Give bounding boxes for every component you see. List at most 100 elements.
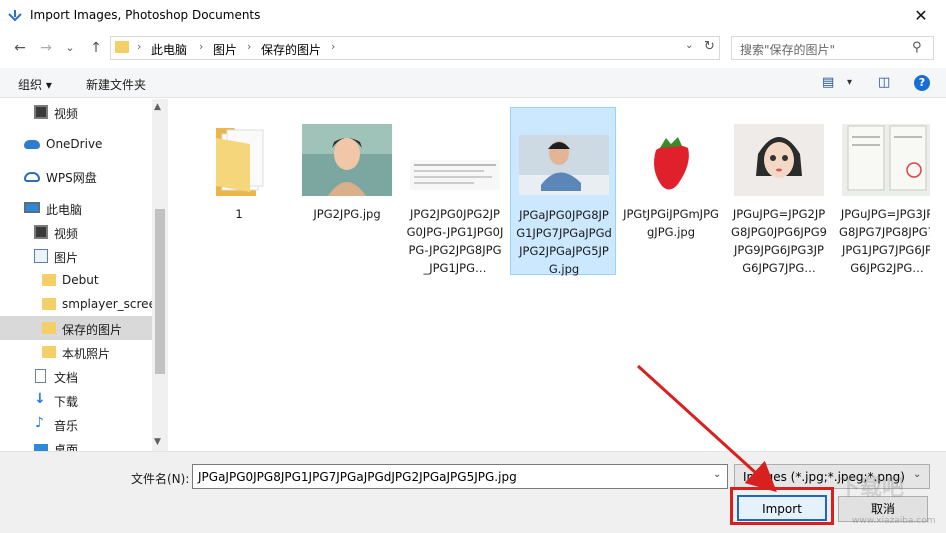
watermark-url: www.xiazaiba.com xyxy=(852,516,936,526)
strawberry-thumbnail xyxy=(626,124,716,196)
sidebar-item-music[interactable]: ♪ 音乐 xyxy=(0,412,152,436)
sidebar-item-videos-pc[interactable]: 视频 xyxy=(0,220,152,244)
breadcrumb-separator: › xyxy=(331,40,336,53)
up-icon[interactable]: ↑ xyxy=(86,38,106,58)
folder-icon xyxy=(115,41,129,53)
computer-icon xyxy=(24,202,40,213)
file-item-folder[interactable]: 1 xyxy=(186,107,292,275)
certificate-thumbnail xyxy=(842,124,932,196)
file-item-image-selected[interactable]: JPGaJPG0JPG8JPG1JPG7JPGaJPGdJPG2JPGaJPG5… xyxy=(510,107,616,276)
content-scrollbar[interactable] xyxy=(930,99,946,451)
chevron-down-icon[interactable]: ⌄ xyxy=(913,469,921,480)
sidebar-item-label: 图片 xyxy=(54,251,79,265)
watermark-logo: 下载吧 xyxy=(838,476,905,501)
folder-icon xyxy=(42,346,56,358)
search-placeholder: 搜索"保存的图片" xyxy=(740,43,836,57)
file-item-image[interactable]: JPGuJPG=JPG2JPG8JPG0JPG6JPG9JPG9JPG6JPG3… xyxy=(726,107,832,275)
breadcrumb-saved-pictures[interactable]: 保存的图片 xyxy=(261,41,321,58)
desktop-icon xyxy=(34,444,48,451)
scroll-down-icon[interactable]: ▼ xyxy=(154,437,161,447)
wps-cloud-icon xyxy=(24,172,40,182)
search-icon[interactable]: ⚲ xyxy=(912,40,922,55)
view-icon[interactable]: ▤ xyxy=(822,75,834,90)
sidebar-item-debut[interactable]: Debut xyxy=(0,268,152,292)
back-icon[interactable]: ← xyxy=(10,38,30,58)
sidebar-item-label: 桌面 xyxy=(54,443,79,451)
highlight-box xyxy=(730,487,834,525)
close-button[interactable]: ✕ xyxy=(908,3,934,29)
file-item-image[interactable]: JPGtJPGiJPGmJPGgJPG.jpg xyxy=(618,107,724,275)
refresh-icon[interactable]: ↻ xyxy=(704,39,715,54)
sidebar-item-local-photos[interactable]: 本机照片 xyxy=(0,340,152,364)
breadcrumb-this-pc[interactable]: 此电脑 xyxy=(151,41,187,58)
sidebar-item-pictures[interactable]: 图片 xyxy=(0,244,152,268)
sidebar-item-label: Debut xyxy=(62,273,99,287)
sidebar-item-label: WPS网盘 xyxy=(46,171,97,185)
sidebar-item-label: OneDrive xyxy=(46,137,103,151)
breadcrumb-separator: › xyxy=(247,40,252,53)
cartoon-girl-thumbnail xyxy=(734,124,824,196)
chevron-down-icon[interactable]: ⌄ xyxy=(713,469,721,480)
pictures-icon xyxy=(34,249,48,263)
breadcrumb-separator: › xyxy=(137,40,142,53)
title-bar: Import Images, Photoshop Documents ✕ xyxy=(0,0,946,32)
sidebar-item-onedrive[interactable]: OneDrive xyxy=(0,132,152,156)
download-icon: ↓ xyxy=(34,391,46,407)
sidebar-item-label: smplayer_scree xyxy=(62,297,156,311)
music-icon: ♪ xyxy=(35,415,44,431)
sidebar-item-label: 音乐 xyxy=(54,419,79,433)
sidebar-item-label: 视频 xyxy=(54,107,79,121)
view-dropdown-icon[interactable]: ▾ xyxy=(847,77,852,88)
folder-icon xyxy=(42,274,56,286)
boy-photo-thumbnail xyxy=(519,135,609,195)
filename-value: JPGaJPG0JPG8JPG1JPG7JPGaJPGdJPG2JPGaJPG5… xyxy=(198,470,517,484)
scroll-up-icon[interactable]: ▲ xyxy=(154,102,161,112)
sidebar-item-label: 下载 xyxy=(54,395,79,409)
folder-icon xyxy=(216,128,264,196)
sidebar-item-label: 本机照片 xyxy=(62,347,111,361)
recent-locations-icon[interactable]: ⌄ xyxy=(60,38,80,58)
scrollbar-thumb[interactable] xyxy=(155,209,165,374)
sidebar-item-wps[interactable]: WPS网盘 xyxy=(0,164,152,188)
cloud-icon xyxy=(24,140,40,149)
command-toolbar: 组织 ▾ 新建文件夹 ▤ ▾ ◫ ? xyxy=(0,68,946,98)
sidebar-item-downloads[interactable]: ↓ 下载 xyxy=(0,388,152,412)
filename-input[interactable]: JPGaJPG0JPG8JPG1JPG7JPGaJPGdJPG2JPGaJPG5… xyxy=(192,464,728,489)
help-icon[interactable]: ? xyxy=(914,75,930,91)
address-dropdown-icon[interactable]: ⌄ xyxy=(685,40,693,51)
file-name: JPGuJPG=JPG2JPG8JPG0JPG6JPG9JPG9JPG6JPG3… xyxy=(731,207,827,275)
window-title: Import Images, Photoshop Documents xyxy=(30,8,261,22)
file-item-image[interactable]: JPG2JPG.jpg xyxy=(294,107,400,275)
sidebar-item-documents[interactable]: 文档 xyxy=(0,364,152,388)
forward-icon[interactable]: → xyxy=(36,38,56,58)
file-name: JPGuJPG=JPG3JPG8JPG7JPG8JPG7JPG1JPG7JPG6… xyxy=(839,207,935,275)
sidebar-item-saved-pictures[interactable]: 保存的图片 xyxy=(0,316,152,340)
sidebar-item-this-pc[interactable]: 此电脑 xyxy=(0,196,152,220)
navigation-bar: ← → ⌄ ↑ › 此电脑 › 图片 › 保存的图片 › ⌄ ↻ 搜索"保存的图… xyxy=(0,32,946,64)
breadcrumb-pictures[interactable]: 图片 xyxy=(213,41,237,58)
file-name: JPGaJPG0JPG8JPG1JPG7JPGaJPGdJPG2JPGaJPG5… xyxy=(516,208,612,276)
preview-pane-icon[interactable]: ◫ xyxy=(878,75,890,90)
sidebar-scrollbar[interactable]: ▲ ▼ xyxy=(152,99,168,451)
sidebar-item-videos[interactable]: 视频 xyxy=(0,100,152,124)
folder-icon xyxy=(42,322,56,334)
file-item-image[interactable]: JPGuJPG=JPG3JPG8JPG7JPG8JPG7JPG1JPG7JPG6… xyxy=(834,107,940,275)
file-name: 1 xyxy=(235,207,243,221)
video-icon xyxy=(34,105,48,119)
address-bar[interactable]: › 此电脑 › 图片 › 保存的图片 › ⌄ ↻ xyxy=(110,36,720,60)
search-input[interactable]: 搜索"保存的图片" ⚲ xyxy=(731,36,934,60)
document-icon xyxy=(35,369,46,383)
sidebar-item-smplayer[interactable]: smplayer_scree xyxy=(0,292,156,316)
filename-label: 文件名(N): xyxy=(131,472,190,486)
file-name: JPG2JPG0JPG2JPG0JPG-JPG1JPG0JPG-JPG2JPG8… xyxy=(406,207,504,275)
navigation-pane: 视频 OneDrive WPS网盘 此电脑 视频 图片 Debut smplay… xyxy=(0,99,168,451)
file-name: JPGtJPGiJPGmJPGgJPG.jpg xyxy=(623,207,719,239)
organize-menu[interactable]: 组织 ▾ xyxy=(18,76,52,93)
file-list: 1 JPG2JPG.jpg JPG2JPG0JPG2JPG0JPG-JPG1JP… xyxy=(168,99,946,451)
anime-portrait-thumbnail xyxy=(302,124,392,196)
sidebar-item-desktop[interactable]: 桌面 xyxy=(0,436,152,451)
sidebar-item-label: 保存的图片 xyxy=(62,323,123,337)
app-icon xyxy=(8,10,22,22)
file-item-image[interactable]: JPG2JPG0JPG2JPG0JPG-JPG1JPG0JPG-JPG2JPG8… xyxy=(402,107,508,275)
new-folder-button[interactable]: 新建文件夹 xyxy=(86,76,146,93)
